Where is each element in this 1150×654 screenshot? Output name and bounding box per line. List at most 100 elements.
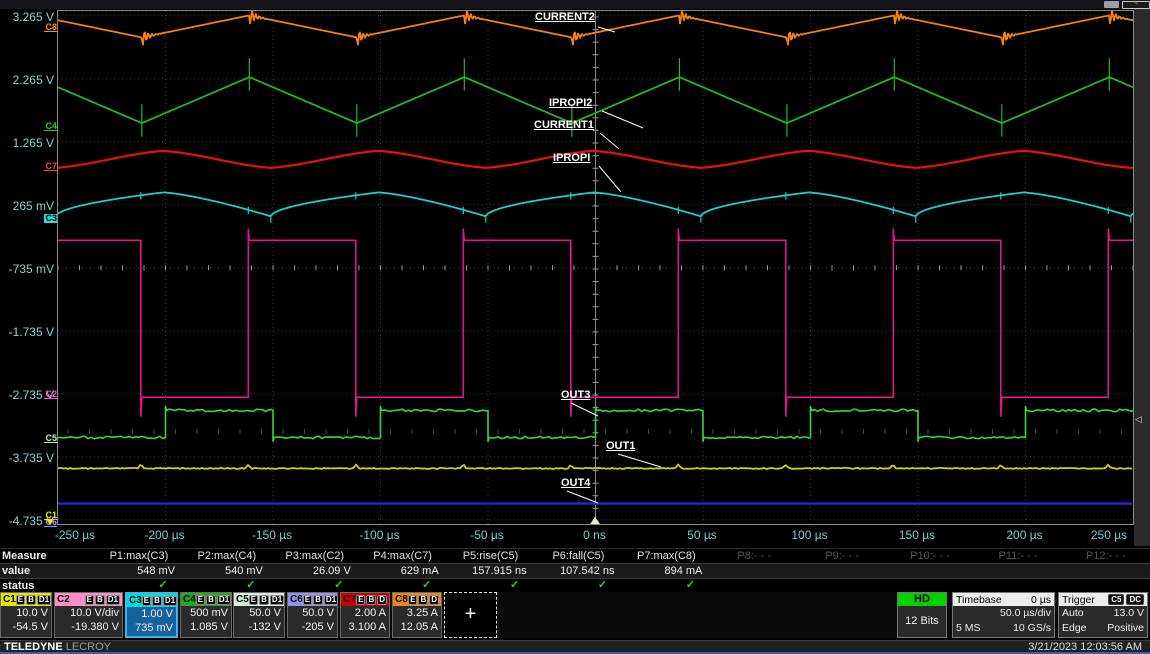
channel-marker-c2[interactable]: C2 xyxy=(44,390,57,399)
y-axis-label: 2.265 V xyxy=(0,73,54,87)
channel-box-c7[interactable]: C7EBD2.00 A3.100 A xyxy=(340,592,390,638)
channel-badge-e[interactable]: E xyxy=(85,595,94,605)
channel-box-c8[interactable]: C8EBD3.25 A12.05 A xyxy=(392,592,442,638)
channel-box-c5[interactable]: C5EBD150.0 V-132 V xyxy=(233,592,285,638)
channel-badge-d1[interactable]: D1 xyxy=(217,595,231,605)
channel-header-c1: C1EBD1 xyxy=(1,593,51,606)
channel-header-c4: C4EBD1 xyxy=(181,593,231,606)
channel-marker-c7[interactable]: C7 xyxy=(44,162,57,171)
status-ok-icon: ✓ xyxy=(509,578,521,591)
channel-badge-d[interactable]: D xyxy=(377,595,387,605)
trigger-mode: Auto xyxy=(1062,606,1084,621)
channel-badge-d1[interactable]: D1 xyxy=(270,595,284,605)
channel-marker-c4[interactable]: C4 xyxy=(44,122,57,131)
channel-scale: 500 mV xyxy=(181,606,231,620)
channel-box-c4[interactable]: C4EBD1500 mV1.085 V xyxy=(180,592,232,638)
measure-header[interactable]: P4:max(C7) xyxy=(359,550,447,562)
trigger-time-marker[interactable] xyxy=(590,517,600,524)
channel-badge-d1[interactable]: D1 xyxy=(163,596,177,606)
channel-badge-b[interactable]: B xyxy=(313,595,323,605)
measure-header[interactable]: P6:fall(C5) xyxy=(535,550,623,562)
hd-badge: HD xyxy=(898,593,946,606)
channel-badge-b[interactable]: B xyxy=(418,595,428,605)
channel-badge-d1[interactable]: D1 xyxy=(324,595,338,605)
channel-scale: 10.0 V/div xyxy=(55,606,122,620)
channel-badge-e[interactable]: E xyxy=(196,595,205,605)
measure-header[interactable]: P1:max(C3) xyxy=(95,550,183,562)
measure-value: 26.09 V xyxy=(271,565,351,577)
measure-table: MeasureP1:max(C3)P2:max(C4)P3:max(C2)P4:… xyxy=(0,548,1150,592)
channel-badge-b[interactable]: B xyxy=(152,596,162,606)
trigger-coupling-badge: DC xyxy=(1126,594,1144,605)
measure-header[interactable]: P5:rise(C5) xyxy=(447,550,535,562)
channel-badge-e[interactable]: E xyxy=(16,595,25,605)
channel-badges: EBD1 xyxy=(196,595,231,605)
channel-badge-b[interactable]: B xyxy=(206,595,216,605)
channel-badge-e[interactable]: E xyxy=(249,595,258,605)
toolbar-panel-button[interactable] xyxy=(1104,1,1119,8)
channel-badge-b[interactable]: B xyxy=(26,595,36,605)
channel-box-c2[interactable]: C2EBD110.0 V/div-19.380 V xyxy=(54,592,123,638)
measure-header[interactable]: P12:- - - xyxy=(1062,550,1150,562)
status-ok-icon: ✓ xyxy=(333,578,345,591)
channel-offset: -54.5 V xyxy=(1,620,51,634)
trace-label-current1: CURRENT1 xyxy=(534,119,594,131)
channel-badge-e[interactable]: E xyxy=(408,595,417,605)
offscreen-marker-arrow xyxy=(46,519,54,525)
channel-badge-d[interactable]: D xyxy=(429,595,439,605)
channel-id: C3 xyxy=(129,595,142,606)
channel-badges: EBD xyxy=(408,595,439,605)
channel-badges: EBD xyxy=(356,595,387,605)
measure-header[interactable]: P11:- - - xyxy=(974,550,1062,562)
measure-value: 894 mA xyxy=(622,565,702,577)
channel-marker-c8[interactable]: C8 xyxy=(44,23,57,32)
channel-header-c2: C2EBD1 xyxy=(55,593,122,606)
x-axis-label: 150 µs xyxy=(882,528,952,542)
channel-badges: EBD1 xyxy=(303,595,338,605)
channel-badge-d1[interactable]: D1 xyxy=(106,595,120,605)
waveform-grid[interactable]: CURRENT2IPROPI2CURRENT1IPROPIOUT3OUT1OUT… xyxy=(57,10,1134,525)
channel-box-c3[interactable]: C3EBD11.00 V735 mV xyxy=(125,592,178,638)
channel-offset: 12.05 A xyxy=(393,620,441,634)
trace-label-ipropi2: IPROPI2 xyxy=(549,97,592,109)
y-axis-label: 265 mV xyxy=(0,199,54,213)
y-axis-label: -3.735 V xyxy=(0,451,54,465)
measure-header[interactable]: P10:- - - xyxy=(886,550,974,562)
channel-badge-e[interactable]: E xyxy=(142,596,151,606)
measure-value: 107.542 ns xyxy=(535,565,615,577)
channel-badge-b[interactable]: B xyxy=(366,595,376,605)
channel-box-c6[interactable]: C6EBD150.0 V-205 V xyxy=(287,592,338,638)
trigger-level-marker[interactable]: ◁ xyxy=(1135,414,1142,425)
trace-label-out3: OUT3 xyxy=(561,389,590,401)
toolbar-annotation-button[interactable]: ✎ xyxy=(1122,1,1150,9)
hd-mode-box[interactable]: HD 12 Bits xyxy=(897,592,947,638)
channel-scale: 50.0 V xyxy=(288,606,337,620)
x-axis-label: -200 µs xyxy=(130,528,200,542)
measure-header[interactable]: P8:- - - xyxy=(710,550,798,562)
measure-header[interactable]: P9:- - - xyxy=(798,550,886,562)
trigger-level: 13.0 V xyxy=(1114,606,1144,621)
measure-header[interactable]: P2:max(C4) xyxy=(183,550,271,562)
channel-box-c1[interactable]: C1EBD110.0 V-54.5 V xyxy=(0,592,52,638)
channel-marker-c5[interactable]: C5 xyxy=(44,434,57,443)
channel-offset: 1.085 V xyxy=(181,620,231,634)
channel-badges: EBD1 xyxy=(249,595,284,605)
trigger-box[interactable]: Trigger C5 DC Auto 13.0 V Edge Positive xyxy=(1058,592,1148,638)
x-axis-label: 0 ns xyxy=(560,528,630,542)
add-channel-button[interactable]: + xyxy=(444,592,497,638)
channel-scale: 1.00 V xyxy=(127,607,176,621)
timebase-box[interactable]: Timebase 0 µs 50.0 µs/div 5 MS 10 GS/s xyxy=(952,592,1055,638)
channel-badge-b[interactable]: B xyxy=(95,595,105,605)
channel-header-c8: C8EBD xyxy=(393,593,441,606)
pencil-icon: ✎ xyxy=(1133,1,1138,7)
measure-value: 548 mV xyxy=(95,565,175,577)
channel-badge-d1[interactable]: D1 xyxy=(37,595,51,605)
measure-header[interactable]: P7:max(C8) xyxy=(622,550,710,562)
channel-marker-c3[interactable]: C3 xyxy=(44,214,57,223)
trigger-header: Trigger C5 DC xyxy=(1059,593,1147,606)
channel-badge-b[interactable]: B xyxy=(259,595,269,605)
measure-header[interactable]: P3:max(C2) xyxy=(271,550,359,562)
channel-badge-e[interactable]: E xyxy=(303,595,312,605)
trigger-title: Trigger xyxy=(1062,594,1095,606)
channel-badge-e[interactable]: E xyxy=(356,595,365,605)
